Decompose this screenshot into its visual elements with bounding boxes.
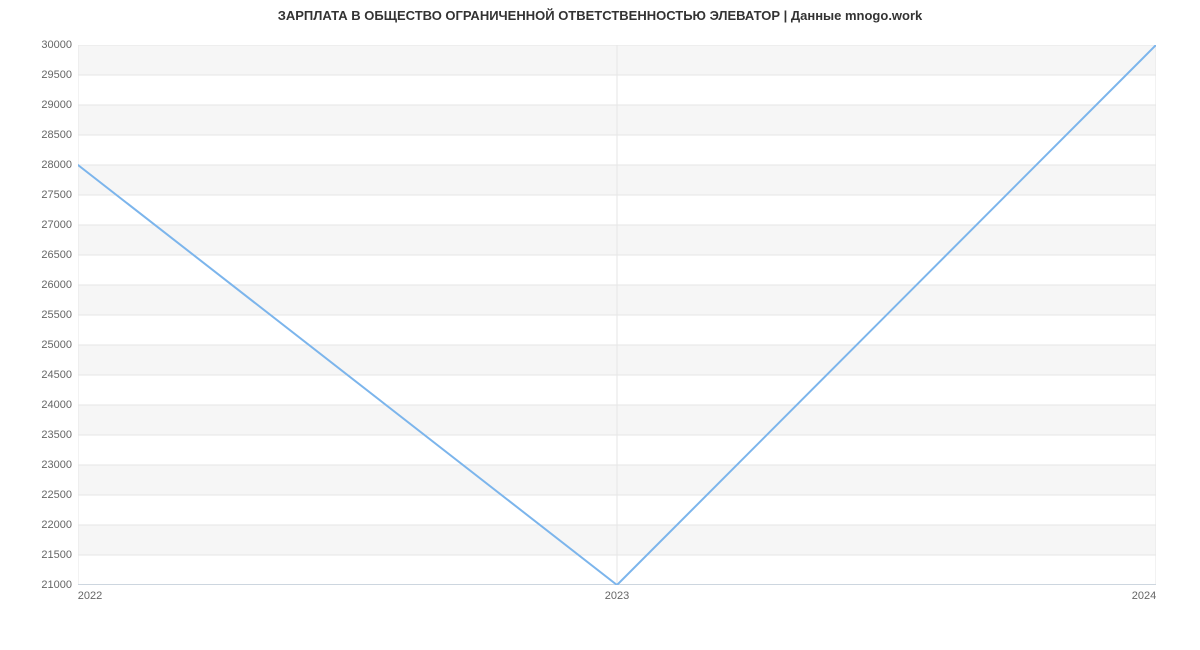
y-tick-label: 24500 xyxy=(41,369,72,381)
y-tick-label: 29500 xyxy=(41,69,72,81)
x-axis-ticks: 2022 2023 2024 xyxy=(78,590,1156,610)
x-tick-label: 2024 xyxy=(1132,590,1156,602)
y-axis-ticks: 2100021500220002250023000235002400024500… xyxy=(0,45,72,585)
y-tick-label: 28000 xyxy=(41,159,72,171)
x-tick-label: 2023 xyxy=(605,590,629,602)
y-tick-label: 26500 xyxy=(41,249,72,261)
y-tick-label: 21000 xyxy=(41,579,72,591)
y-tick-label: 25500 xyxy=(41,309,72,321)
y-tick-label: 26000 xyxy=(41,279,72,291)
y-tick-label: 25000 xyxy=(41,339,72,351)
y-tick-label: 24000 xyxy=(41,399,72,411)
y-tick-label: 23000 xyxy=(41,459,72,471)
chart-title: ЗАРПЛАТА В ОБЩЕСТВО ОГРАНИЧЕННОЙ ОТВЕТСТ… xyxy=(0,8,1200,23)
y-tick-label: 28500 xyxy=(41,129,72,141)
y-tick-label: 22000 xyxy=(41,519,72,531)
y-tick-label: 21500 xyxy=(41,549,72,561)
y-tick-label: 27000 xyxy=(41,219,72,231)
plot-svg xyxy=(78,45,1156,585)
y-tick-label: 29000 xyxy=(41,99,72,111)
y-tick-label: 30000 xyxy=(41,39,72,51)
y-tick-label: 23500 xyxy=(41,429,72,441)
x-tick-label: 2022 xyxy=(78,590,102,602)
chart-container: ЗАРПЛАТА В ОБЩЕСТВО ОГРАНИЧЕННОЙ ОТВЕТСТ… xyxy=(0,0,1200,650)
plot-area xyxy=(78,45,1156,585)
y-tick-label: 27500 xyxy=(41,189,72,201)
y-tick-label: 22500 xyxy=(41,489,72,501)
